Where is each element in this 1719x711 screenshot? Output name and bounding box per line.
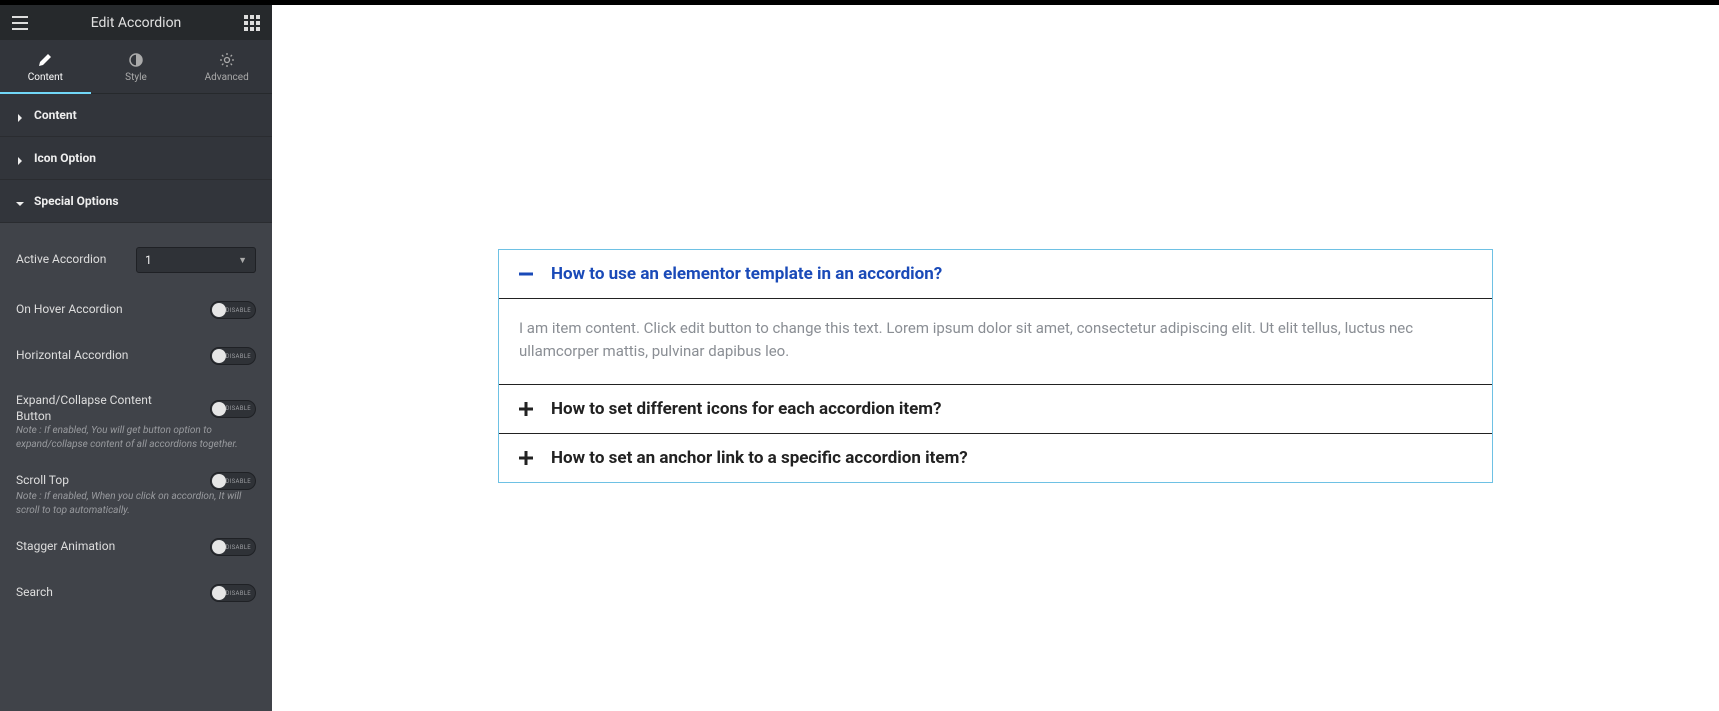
stagger-toggle[interactable]: DISABLE — [210, 538, 256, 556]
accordion-title: How to set an anchor link to a specific … — [551, 448, 968, 468]
special-options-controls: Active Accordion 1 ▼ On Hover Accordion … — [0, 223, 272, 636]
toggle-state-label: DISABLE — [225, 590, 251, 597]
search-toggle[interactable]: DISABLE — [210, 584, 256, 602]
active-accordion-label: Active Accordion — [16, 252, 106, 268]
scroll-top-note: Note : If enabled, When you click on acc… — [16, 490, 256, 518]
preview-canvas[interactable]: How to use an elementor template in an a… — [272, 5, 1719, 711]
section-special-options-label: Special Options — [34, 194, 119, 208]
sidebar-scroll[interactable]: Content Icon Option Special Options Acti… — [0, 94, 272, 711]
accordion-content: I am item content. Click edit button to … — [499, 299, 1492, 384]
accordion-header[interactable]: How to set an anchor link to a specific … — [499, 434, 1492, 482]
accordion-item: How to use an elementor template in an a… — [499, 250, 1492, 385]
tab-advanced[interactable]: Advanced — [181, 40, 272, 93]
section-icon-option-label: Icon Option — [34, 151, 96, 165]
active-accordion-select[interactable]: 1 ▼ — [136, 247, 256, 273]
chevron-right-icon — [16, 154, 24, 162]
accordion-item: How to set different icons for each acco… — [499, 385, 1492, 434]
tab-style-label: Style — [125, 72, 147, 83]
sidebar-header: Edit Accordion — [0, 5, 272, 40]
horizontal-toggle[interactable]: DISABLE — [210, 347, 256, 365]
menu-icon[interactable] — [10, 13, 30, 33]
toggle-knob — [212, 540, 226, 554]
accordion-title: How to use an elementor template in an a… — [551, 264, 942, 284]
expand-collapse-toggle[interactable]: DISABLE — [210, 400, 256, 418]
contrast-icon — [128, 52, 144, 68]
scroll-top-label: Scroll Top — [16, 473, 69, 489]
chevron-down-icon — [16, 197, 24, 205]
control-on-hover: On Hover Accordion DISABLE — [16, 287, 256, 333]
expand-collapse-note: Note : If enabled, You will get button o… — [16, 424, 256, 452]
editor-sidebar: Edit Accordion Content Style A — [0, 5, 272, 711]
apps-grid-icon[interactable] — [242, 13, 262, 33]
toggle-knob — [212, 402, 226, 416]
panel-title: Edit Accordion — [91, 15, 182, 31]
accordion-item: How to set an anchor link to a specific … — [499, 434, 1492, 482]
toggle-knob — [212, 474, 226, 488]
tab-style[interactable]: Style — [91, 40, 182, 93]
chevron-down-icon: ▼ — [238, 255, 247, 266]
toggle-state-label: DISABLE — [225, 405, 251, 412]
toggle-knob — [212, 349, 226, 363]
control-expand-collapse: Expand/Collapse Content Button DISABLE — [16, 379, 256, 430]
editor-tabs: Content Style Advanced — [0, 40, 272, 94]
accordion-header[interactable]: How to use an elementor template in an a… — [499, 250, 1492, 299]
section-content[interactable]: Content — [0, 94, 272, 137]
toggle-knob — [212, 303, 226, 317]
stagger-label: Stagger Animation — [16, 539, 115, 555]
pencil-icon — [37, 52, 53, 68]
expand-collapse-label: Expand/Collapse Content Button — [16, 393, 166, 424]
section-icon-option[interactable]: Icon Option — [0, 137, 272, 180]
accordion-header[interactable]: How to set different icons for each acco… — [499, 385, 1492, 433]
on-hover-toggle[interactable]: DISABLE — [210, 301, 256, 319]
section-content-label: Content — [34, 108, 77, 122]
scroll-top-toggle[interactable]: DISABLE — [210, 472, 256, 490]
control-active-accordion: Active Accordion 1 ▼ — [16, 233, 256, 287]
minus-icon — [517, 265, 535, 283]
tab-advanced-label: Advanced — [205, 72, 249, 83]
plus-icon — [517, 449, 535, 467]
toggle-state-label: DISABLE — [225, 353, 251, 360]
tab-content-label: Content — [28, 72, 63, 83]
control-search: Search DISABLE — [16, 570, 256, 616]
accordion-widget[interactable]: How to use an elementor template in an a… — [498, 249, 1493, 483]
control-horizontal: Horizontal Accordion DISABLE — [16, 333, 256, 379]
toggle-state-label: DISABLE — [225, 307, 251, 314]
accordion-title: How to set different icons for each acco… — [551, 399, 942, 419]
tab-content[interactable]: Content — [0, 40, 91, 93]
toggle-knob — [212, 586, 226, 600]
on-hover-label: On Hover Accordion — [16, 302, 123, 318]
gear-icon — [219, 52, 235, 68]
horizontal-label: Horizontal Accordion — [16, 348, 128, 364]
plus-icon — [517, 400, 535, 418]
section-special-options[interactable]: Special Options — [0, 180, 272, 223]
control-stagger: Stagger Animation DISABLE — [16, 524, 256, 570]
search-label: Search — [16, 585, 53, 601]
chevron-right-icon — [16, 111, 24, 119]
active-accordion-value: 1 — [145, 253, 152, 267]
toggle-state-label: DISABLE — [225, 478, 251, 485]
toggle-state-label: DISABLE — [225, 544, 251, 551]
